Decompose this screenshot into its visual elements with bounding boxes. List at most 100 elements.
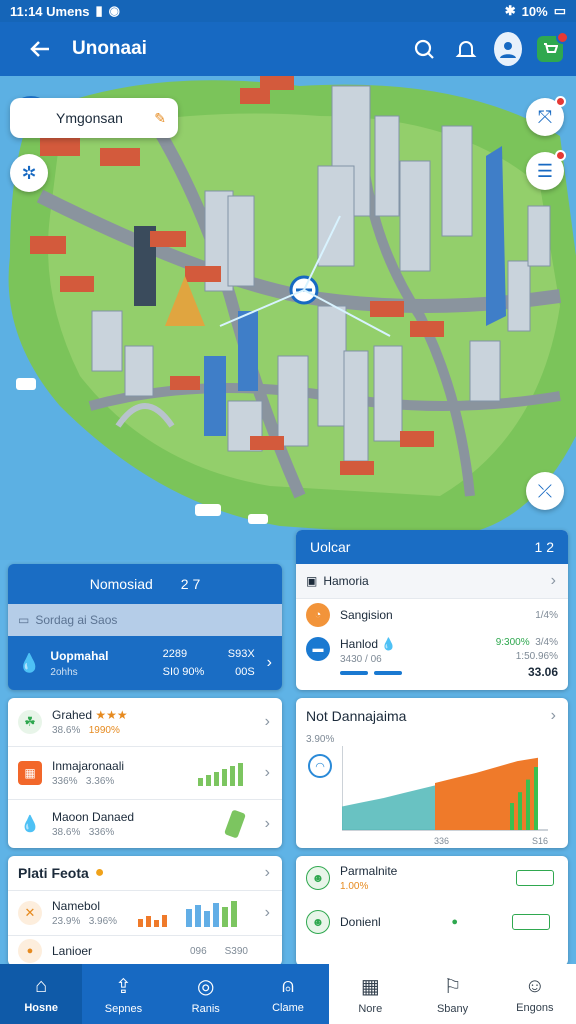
waterdrop-icon: 💧 [20,816,40,833]
map-tool-button[interactable]: ✲ [10,154,48,192]
doc-icon: ▣ [306,574,318,588]
area-chart [342,746,548,831]
list-item-sub1: 23.9% [52,916,81,927]
list-item-title: Inmajaronaali [52,759,125,773]
pin-icon: ✕ [18,901,42,925]
left-stats-row[interactable]: 💧 Uopmahal 2ohhs 2289 S93X SI0 90% 00S › [8,636,282,690]
nav-routes[interactable]: ◎ Ranis [164,964,247,1024]
section-header[interactable]: ▣ Hamoria › [296,564,568,598]
list-item-v1: 9:300% [495,637,530,648]
coin-icon: ● [94,864,105,881]
section-header[interactable]: Plati Feota ● › [8,856,282,890]
cart-button[interactable] [536,31,569,63]
calendar-icon: ▦ [18,761,42,785]
left-card-title: Nomosiad [89,576,153,592]
chart-bar [510,803,514,830]
search-icon[interactable] [410,35,438,63]
list-item-total: 33.06 [527,665,558,679]
tag-icon: ● [18,939,42,963]
nav-more[interactable]: ▦ Nore [329,964,412,1024]
list-item[interactable]: ▦ Inmajaronaali 336% 3.36% › [8,747,282,799]
doc-icon: ▭ [18,613,30,627]
chevron-right-icon: › [550,707,556,724]
notification-icon[interactable] [452,35,480,63]
chart-subtitle: 3.90% [306,734,335,745]
right-card-title: Uolcar [310,539,351,555]
nav-claims[interactable]: ⍝ Clame [246,964,330,1024]
cart-badge [556,31,569,44]
layers-button[interactable]: ☰ [526,150,566,190]
left-stats-v3: SI0 90% [162,666,205,678]
left-summary-card: Nomosiad 2 7 ▭ Sordag ai Saos 💧 Uopmahal… [8,564,282,690]
left-list-card: ☘ Grahed ★★★ 38.6% 1990% › ▦ Inmajaronaa… [8,698,282,848]
list-item[interactable]: ☘ Grahed ★★★ 38.6% 1990% › [8,698,282,746]
list-item-value: 1/4% [535,609,558,621]
battery-icon: ▭ [553,3,566,18]
list-item[interactable]: ▬ Hanlod 💧 3430 / 06 9:300% 3/4% 1:50.96… [296,631,568,689]
flag-icon: ⚐ [443,975,462,998]
list-item-v2: S390 [224,945,248,957]
edit-icon[interactable]: ✎ [154,110,166,127]
list-item-title: Parmalnite [340,864,398,878]
section-title: Hamoria [323,574,369,588]
list-item[interactable]: ☻ Donienl ● [296,900,568,944]
right-card-value: 1 2 [534,539,554,555]
back-arrow-icon[interactable] [26,35,54,63]
left-card-subheader[interactable]: ▭ Sordag ai Saos [8,604,282,636]
nav-label: Engons [516,1001,554,1014]
area-series-1 [435,757,538,830]
nav-profile[interactable]: ☺ Engons [493,964,576,1024]
right-card-header[interactable]: Uolcar 1 2 [296,530,568,564]
cart-icon [537,31,569,62]
check-icon: ● [451,916,458,928]
list-item[interactable]: ◔ Sangision 1/4% [296,599,568,631]
status-time: 11:14 Umens [10,3,90,19]
profile-button[interactable] [494,32,522,66]
chart-card[interactable]: Not Dannajaima › 3.90% ◠ 336 S16 [296,698,568,848]
list-item-sub2: 336% [88,827,115,838]
list-item-sub: 3430 / 06 [340,654,382,665]
bluetooth-icon: ✱ [504,3,516,18]
upload-icon: ⇪ [115,975,132,998]
user-chip[interactable]: Ymgonsan ✎ [10,98,178,138]
nav-label: Sbany [436,1002,469,1015]
list-item[interactable]: ☻ Parmalnite 1.00% [296,856,568,900]
list-item-sub2: 3.96% [88,916,118,927]
mini-bar-chart [138,901,237,927]
chevron-right-icon: › [264,815,270,832]
app-bar: Unonaai [0,22,576,76]
nav-company[interactable]: ⚐ Sbany [411,964,494,1024]
left-stats-title: Uopmahal [50,648,109,663]
left-stats-v4: 00S [235,666,255,678]
left-card-sub-label: Sordag ai Saos [35,613,118,627]
alert-icon: ◔ [306,603,330,627]
nav-home[interactable]: ⌂ Hosne [0,964,83,1024]
list-item[interactable]: 💧 Maoon Danaed 38.6% 336% › [8,800,282,848]
list-item[interactable]: ✕ Namebol 23.9% 3.96% › [8,891,282,935]
nav-services[interactable]: ⇪ Sepnes [82,964,165,1024]
locate-button[interactable]: ⤫ [526,472,564,510]
list-item-sub1: 38.6% [52,827,81,838]
people-icon: ☻ [306,910,330,934]
route-button[interactable]: ⤧ [526,96,566,136]
left-card-value: 2 7 [180,576,201,592]
chevron-right-icon: › [264,713,270,730]
route-badge [555,96,566,107]
chart-x-label-2: S16 [532,836,549,846]
wind-icon: ✲ [21,162,37,183]
city-illustration [0,76,576,560]
list-item-title: Lanioer [52,944,93,958]
list-item-v1: 096 [189,945,207,957]
chart-bar [526,779,530,830]
chevron-right-icon: › [264,864,270,881]
list-item[interactable]: ● Lanioer 096 S390 [8,936,282,966]
city-map[interactable] [0,76,576,560]
right-summary-card: Uolcar 1 2 ▣ Hamoria › ◔ Sangision 1/4% … [296,530,568,690]
status-pill[interactable] [512,914,550,930]
left-list-card-2: Plati Feota ● › ✕ Namebol 23.9% 3.96% › … [8,856,282,966]
car-icon: ▬ [306,637,330,661]
battery-percent: 10% [521,3,548,19]
home-icon: ⌂ [35,974,48,997]
list-item-title: Maoon Danaed [52,810,135,824]
status-pill[interactable] [516,870,554,886]
